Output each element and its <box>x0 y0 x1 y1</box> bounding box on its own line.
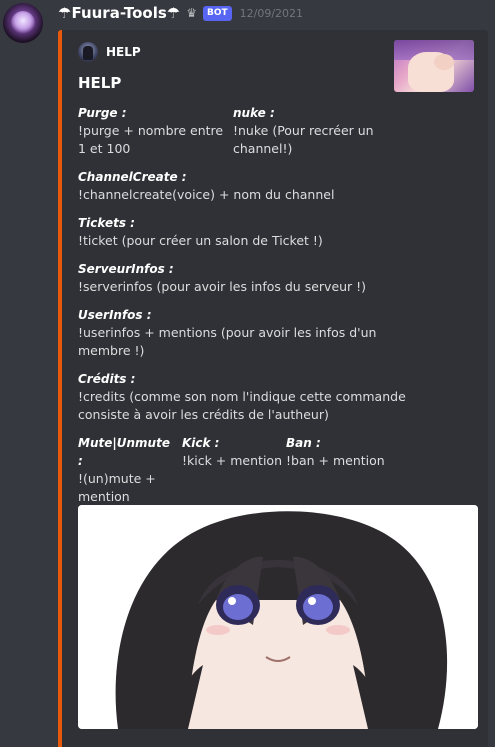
embed-author: HELP <box>78 42 141 62</box>
field-value: !channelcreate(voice) + nom du channel <box>78 187 335 202</box>
field-value: !ticket (pour créer un salon de Ticket !… <box>78 233 323 248</box>
timestamp: 12/09/2021 <box>239 6 304 20</box>
field-serveurinfos: ServeurInfos : !serverinfos (pour avoir … <box>78 260 478 296</box>
field-name: UserInfos : <box>78 308 152 322</box>
field-name: Kick : <box>182 436 220 450</box>
field-name: ChannelCreate : <box>78 170 187 184</box>
field-mute-unmute: Mute|Unmute : !(un)mute + mention <box>78 434 176 506</box>
username[interactable]: ☂Fuura-Tools☂ <box>58 4 180 22</box>
embed-author-name: HELP <box>106 45 141 59</box>
field-name: ServeurInfos : <box>78 262 174 276</box>
field-value: !serverinfos (pour avoir les infos du se… <box>78 279 367 294</box>
field-channelcreate: ChannelCreate : !channelcreate(voice) + … <box>78 168 478 204</box>
embed-title: HELP <box>78 74 122 92</box>
field-value: !userinfos + mentions (pour avoir les in… <box>78 325 377 358</box>
field-credits: Crédits : !credits (comme son nom l'indi… <box>78 370 408 424</box>
field-name: Tickets : <box>78 216 135 230</box>
bot-avatar[interactable] <box>3 3 43 43</box>
field-ban: Ban : !ban + mention <box>286 434 396 470</box>
field-value: !credits (comme son nom l'indique cette … <box>78 389 406 422</box>
embed-image[interactable] <box>78 505 478 729</box>
field-tickets: Tickets : !ticket (pour créer un salon d… <box>78 214 478 250</box>
embed-thumbnail[interactable] <box>394 40 474 92</box>
bot-tag: BOT <box>202 5 232 21</box>
field-value: !(un)mute + mention <box>78 471 156 504</box>
field-name: nuke : <box>233 106 275 120</box>
message-header: ☂Fuura-Tools☂ ♛ BOT 12/09/2021 <box>58 3 303 23</box>
field-name: Crédits : <box>78 372 136 386</box>
field-name: Mute|Unmute : <box>78 436 170 468</box>
author-icon <box>78 42 98 62</box>
help-embed: HELP HELP Purge : !purge + nombre entre … <box>58 30 488 747</box>
field-kick: Kick : !kick + mention <box>182 434 282 470</box>
field-value: !ban + mention <box>286 453 385 468</box>
field-name: Purge : <box>78 106 127 120</box>
field-value: !purge + nombre entre 1 et 100 <box>78 123 224 156</box>
field-name: Ban : <box>286 436 321 450</box>
field-value: !nuke (Pour recréer un channel!) <box>233 123 374 156</box>
field-value: !kick + mention <box>182 453 282 468</box>
field-userinfos: UserInfos : !userinfos + mentions (pour … <box>78 306 378 360</box>
field-purge: Purge : !purge + nombre entre 1 et 100 <box>78 104 226 158</box>
crown-icon: ♛ <box>186 6 197 20</box>
field-nuke: nuke : !nuke (Pour recréer un channel!) <box>233 104 383 158</box>
